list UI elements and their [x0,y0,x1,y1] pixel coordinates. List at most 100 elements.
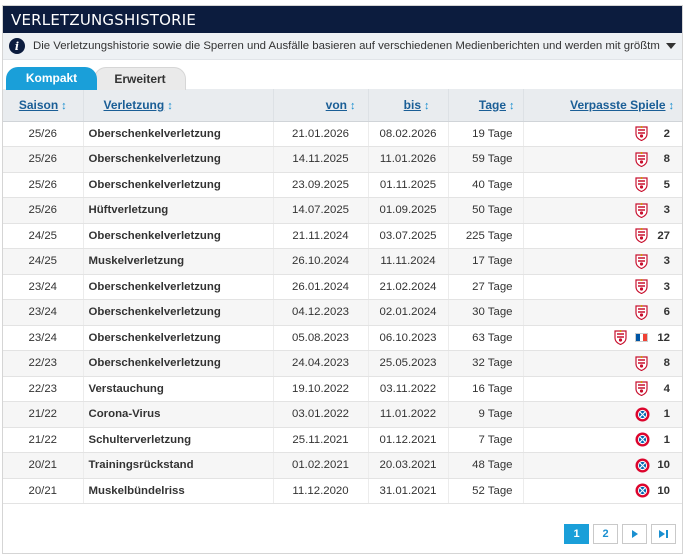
next-page-button[interactable] [622,524,647,544]
table-header-row: Saison ↕ Verletzung ↕ von ↕ bis ↕ Tage ↕ Verp… [3,89,682,122]
sevilla-crest-icon[interactable] [635,279,648,295]
injury-cell: Schulterverletzung [82,427,273,453]
sevilla-crest-icon[interactable] [635,253,648,269]
sevilla-crest-icon[interactable] [635,228,648,244]
missed-games-cell: 4 [522,376,682,402]
from-date-cell: 14.11.2025 [272,146,368,173]
table-row: 22/23 Oberschenkelverletzung 24.04.2023 25.… [3,350,682,377]
until-date-cell: 01.09.2025 [367,197,448,224]
tab-bar: Erweitert Kompakt [3,60,682,90]
sevilla-crest-icon[interactable] [635,177,648,193]
until-date-cell: 03.11.2022 [367,376,448,402]
from-date-cell: 23.09.2025 [272,172,368,198]
from-date-cell: 26.01.2024 [272,274,368,300]
info-icon: i [9,38,25,54]
missed-games-count: 8 [663,153,670,166]
sevilla-crest-icon[interactable] [635,202,648,218]
table-row: 25/26 Oberschenkelverletzung 14.11.2025 11.… [3,146,682,173]
from-date-cell: 24.04.2023 [272,350,368,377]
injury-table-wrap: Saison ↕ Verletzung ↕ von ↕ bis ↕ Tage ↕ Verp… [3,89,682,504]
sevilla-crest-icon[interactable] [635,304,648,320]
injury-cell: Oberschenkelverletzung [82,350,273,377]
table-row: 25/26 Hüftverletzung 14.07.2025 01.09.2025 5… [3,197,682,224]
until-date-cell: 21.02.2024 [367,274,448,300]
column-header-days[interactable]: Tage ↕ [447,89,523,122]
missed-games-cell: 10 [522,478,682,504]
until-date-cell: 20.03.2021 [367,452,448,479]
missed-games-count: 3 [663,255,670,268]
missed-games-cell: 10 [522,452,682,479]
missed-games-cell: 2 [522,121,682,147]
bayern-crest-icon[interactable] [635,432,650,447]
sort-icon: ↕ [350,99,356,112]
last-page-button[interactable] [651,524,676,544]
from-date-cell: 11.12.2020 [272,478,368,504]
missed-games-cell: 8 [522,350,682,377]
until-date-cell: 11.01.2026 [367,146,448,173]
from-date-cell: 25.11.2021 [272,427,368,453]
column-header-until[interactable]: bis ↕ [367,89,448,122]
injury-cell: Oberschenkelverletzung [82,146,273,173]
missed-games-cell: 1 [522,401,682,428]
info-text: Die Verletzungshistorie sowie die Sperre… [33,40,660,52]
until-date-cell: 02.01.2024 [367,299,448,326]
france-flag-icon [635,333,648,343]
days-cell: 63 Tage [447,325,523,351]
sevilla-crest-icon[interactable] [635,151,648,167]
column-header-missed-games[interactable]: Verpasste Spiele ↕ [522,89,682,122]
tab-erweitert[interactable]: Erweitert [94,67,186,90]
from-date-cell: 04.12.2023 [272,299,368,326]
bayern-crest-icon[interactable] [635,483,650,498]
days-cell: 59 Tage [447,146,523,173]
season-cell: 25/26 [3,197,83,224]
season-cell: 25/26 [3,172,83,198]
missed-games-cell: 12 [522,325,682,351]
missed-games-cell: 3 [522,274,682,300]
table-row: 21/22 Schulterverletzung 25.11.2021 01.12.2… [3,427,682,453]
until-date-cell: 11.11.2024 [367,248,448,275]
missed-games-count: 8 [663,357,670,370]
page-button-2[interactable]: 2 [593,524,618,544]
table-row: 21/22 Corona-Virus 03.01.2022 11.01.2022 9 T… [3,401,682,428]
days-cell: 48 Tage [447,452,523,479]
missed-games-count: 1 [663,408,670,421]
from-date-cell: 05.08.2023 [272,325,368,351]
injury-cell: Oberschenkelverletzung [82,274,273,300]
bayern-crest-icon[interactable] [635,407,650,422]
table-row: 24/25 Muskelverletzung 26.10.2024 11.11.202… [3,248,682,275]
missed-games-count: 6 [663,306,670,319]
sevilla-crest-icon[interactable] [635,381,648,397]
season-cell: 20/21 [3,478,83,504]
season-cell: 23/24 [3,325,83,351]
from-date-cell: 03.01.2022 [272,401,368,428]
table-row: 23/24 Oberschenkelverletzung 04.12.2023 02.… [3,299,682,326]
sevilla-crest-icon[interactable] [614,330,627,346]
bayern-crest-icon[interactable] [635,458,650,473]
missed-games-cell: 5 [522,172,682,198]
sevilla-crest-icon[interactable] [635,126,648,142]
injury-table: Saison ↕ Verletzung ↕ von ↕ bis ↕ Tage ↕ Verp… [3,89,682,504]
sort-icon: ↕ [668,99,675,112]
days-cell: 27 Tage [447,274,523,300]
info-bar[interactable]: i Die Verletzungshistorie sowie die Sper… [3,33,682,60]
next-arrow-icon [631,530,638,538]
sevilla-crest-icon[interactable] [635,355,648,371]
from-date-cell: 21.11.2024 [272,223,368,249]
from-date-cell: 21.01.2026 [272,121,368,147]
days-cell: 9 Tage [447,401,523,428]
column-header-season[interactable]: Saison ↕ [3,89,83,122]
injury-cell: Verstauchung [82,376,273,402]
injury-cell: Oberschenkelverletzung [82,223,273,249]
page-button-1[interactable]: 1 [564,524,589,544]
column-header-from[interactable]: von ↕ [272,89,368,122]
table-row: 24/25 Oberschenkelverletzung 21.11.2024 03.… [3,223,682,249]
season-cell: 24/25 [3,223,83,249]
tab-kompakt[interactable]: Kompakt [6,67,97,90]
injury-cell: Oberschenkelverletzung [82,121,273,147]
injury-history-box: VERLETZUNGSHISTORIE i Die Verletzungshis… [2,5,683,554]
chevron-down-icon[interactable] [666,43,676,49]
days-cell: 40 Tage [447,172,523,198]
column-header-injury[interactable]: Verletzung ↕ [82,89,273,122]
days-cell: 225 Tage [447,223,523,249]
missed-games-count: 10 [657,484,670,497]
